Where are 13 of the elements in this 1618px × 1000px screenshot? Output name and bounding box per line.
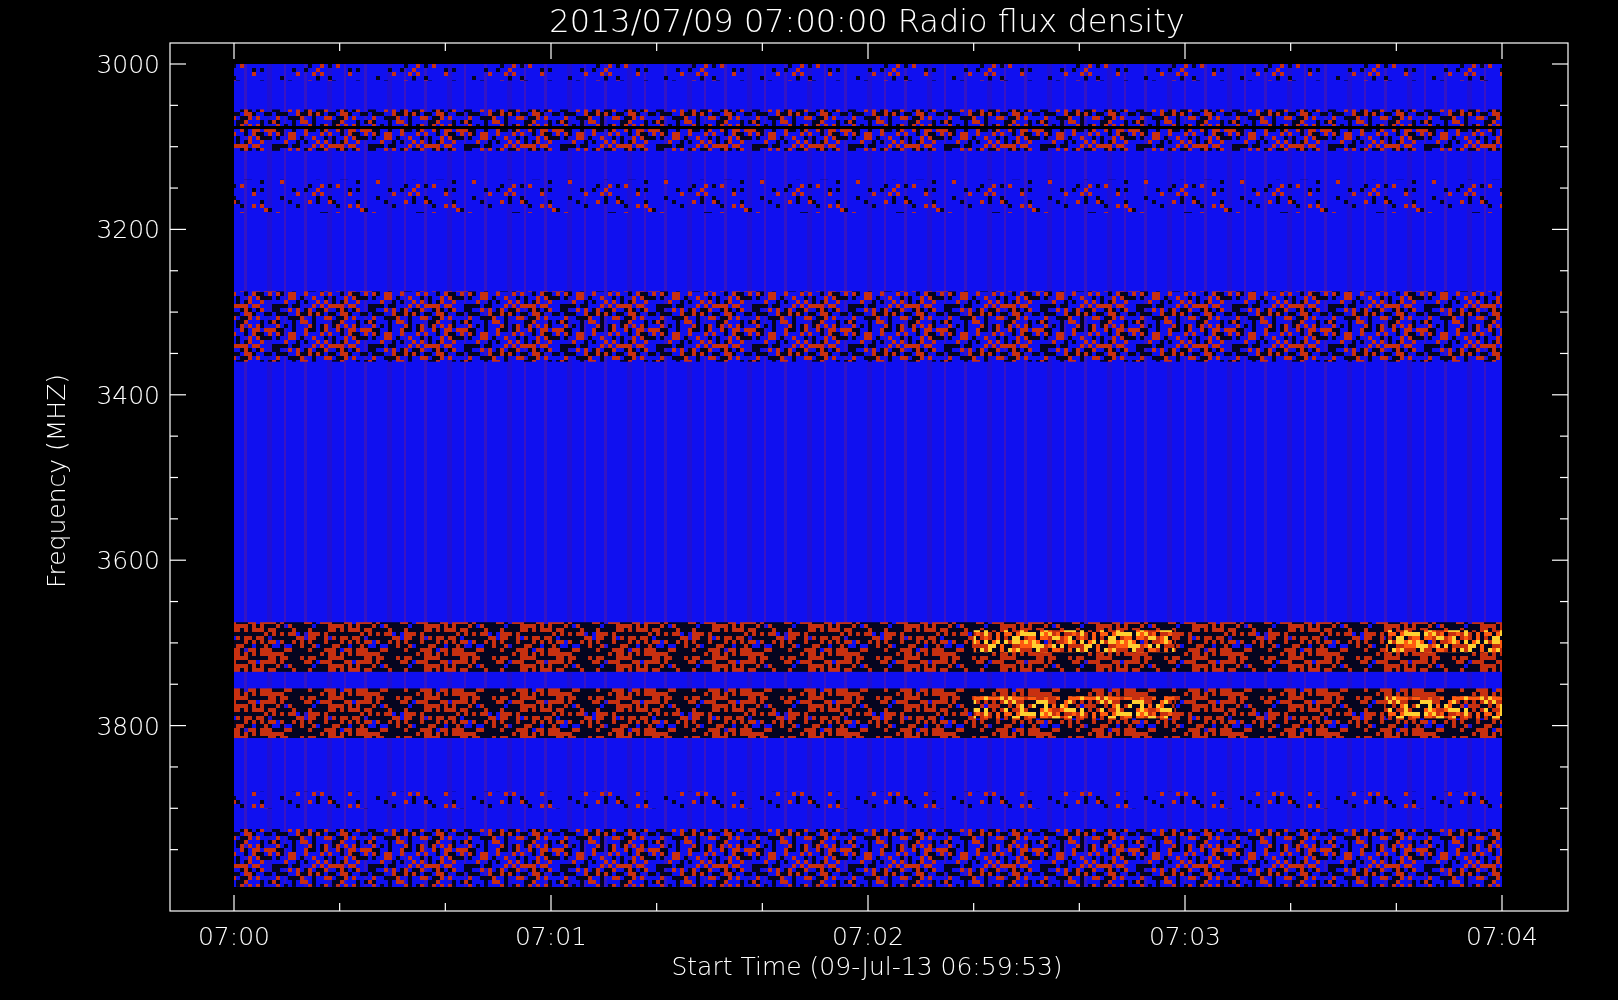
- x-tick-label: 07:02: [832, 922, 904, 951]
- x-tick-label: 07:04: [1466, 922, 1538, 951]
- plot-title: 2013/07/09 07:00:00 Radio flux density: [549, 2, 1185, 40]
- x-axis-label: Start Time (09-Jul-13 06:59:53): [671, 952, 1063, 981]
- y-axis-label: Frequency (MHZ): [42, 373, 71, 589]
- y-tick-label: 3800: [96, 711, 160, 741]
- x-tick-label: 07:01: [515, 922, 587, 951]
- y-tick-label: 3600: [96, 546, 160, 576]
- x-tick-label: 07:03: [1149, 922, 1221, 951]
- y-tick-label: 3200: [96, 215, 160, 245]
- x-tick-label: 07:00: [198, 922, 270, 951]
- y-tick-label: 3000: [96, 50, 160, 79]
- y-tick-label: 3400: [96, 380, 160, 410]
